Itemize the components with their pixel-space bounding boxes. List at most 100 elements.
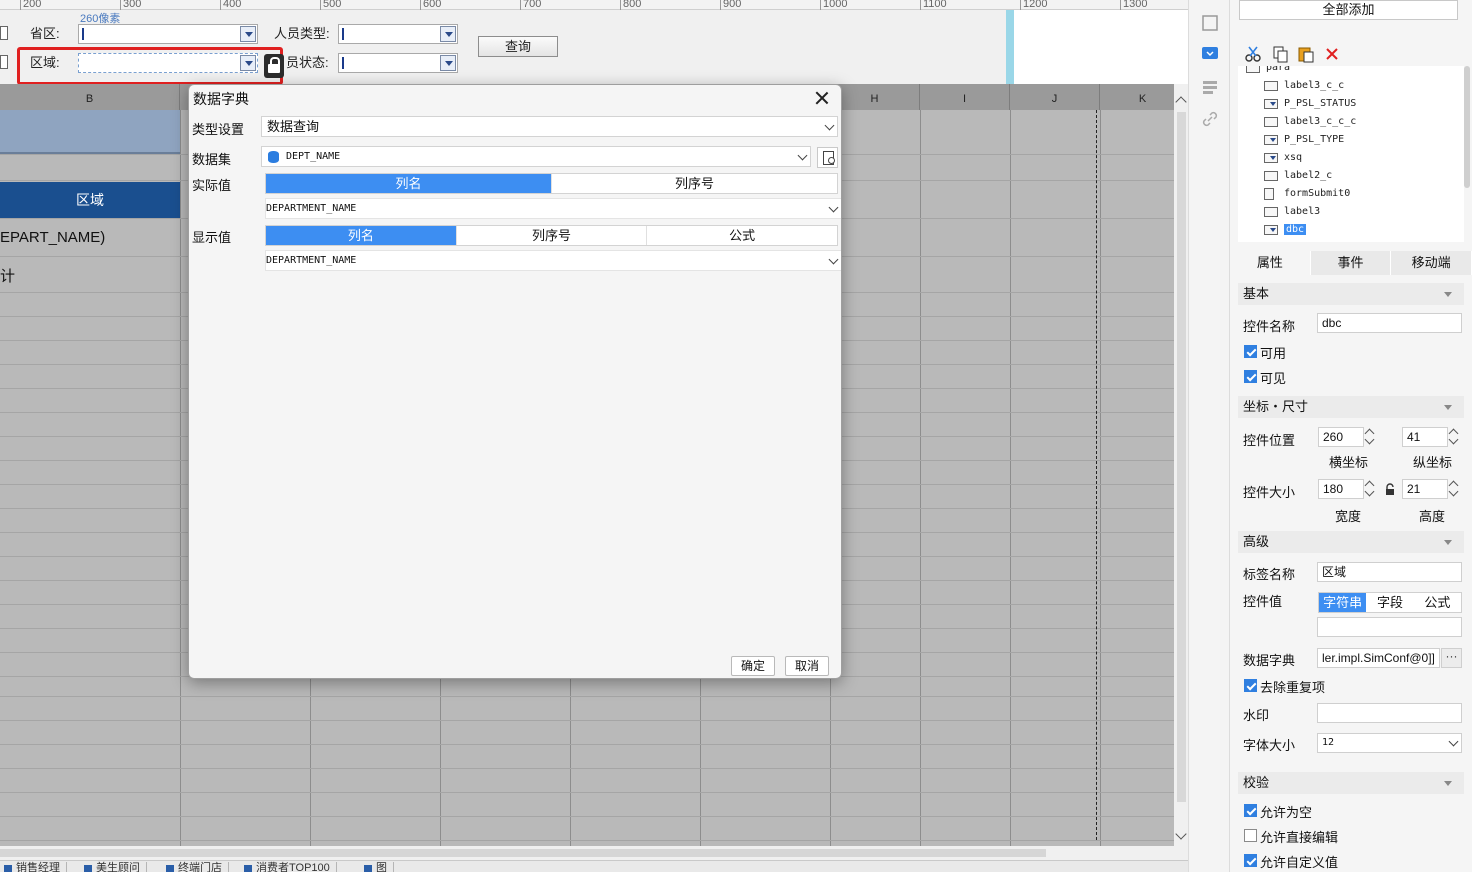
height-input[interactable]: 21 — [1402, 479, 1448, 499]
widget-name-input[interactable]: dbc — [1317, 313, 1462, 333]
enabled-checkbox[interactable] — [1244, 345, 1257, 358]
add-all-button[interactable]: 全部添加 — [1239, 0, 1458, 20]
tree-node[interactable]: label3_c_c_c — [1264, 114, 1356, 130]
height-spinner[interactable] — [1448, 479, 1462, 499]
display-tab-formula[interactable]: 公式 — [647, 226, 837, 245]
display-value-select[interactable]: DEPARTMENT_NAME — [265, 250, 841, 271]
column-header-i[interactable]: I — [920, 84, 1010, 110]
department-cell[interactable]: EPART_NAME) — [0, 226, 180, 250]
close-icon[interactable] — [813, 89, 831, 107]
delete-icon[interactable] — [1323, 45, 1341, 63]
tree-node[interactable]: xsq — [1264, 150, 1302, 166]
sheet-tab[interactable]: 美生顾问 — [80, 862, 147, 872]
hyperlink-icon[interactable] — [1201, 110, 1219, 128]
type-setting-select[interactable]: 数据查询 — [261, 116, 838, 137]
section-advanced[interactable]: 高级 — [1238, 531, 1464, 553]
person-status-select[interactable] — [338, 53, 458, 73]
column-header-b[interactable]: B — [0, 84, 180, 110]
copy-icon[interactable] — [1271, 45, 1289, 63]
sheet-tab[interactable]: 消费者TOP100 — [240, 862, 337, 872]
dropdown-icon[interactable] — [240, 26, 256, 42]
total-cell[interactable]: 计 — [0, 265, 15, 286]
actual-value-select[interactable]: DEPARTMENT_NAME — [265, 198, 841, 219]
column-header-j[interactable]: J — [1010, 84, 1100, 110]
cancel-button[interactable]: 取消 — [785, 656, 829, 676]
cut-icon[interactable] — [1244, 45, 1262, 63]
dataset-select[interactable]: DEPT_NAME — [261, 146, 811, 167]
visible-checkbox[interactable] — [1244, 370, 1257, 383]
person-type-select[interactable] — [338, 24, 458, 44]
chevron-down-icon[interactable] — [824, 120, 835, 131]
display-tab-column-name[interactable]: 列名 — [266, 226, 457, 245]
display-tab-column-index[interactable]: 列序号 — [457, 226, 648, 245]
font-size-select[interactable]: 12 — [1317, 733, 1462, 753]
area-header-cell[interactable]: 区域 — [0, 182, 180, 218]
tag-name-input[interactable]: 区域 — [1317, 562, 1462, 582]
value-tab-field[interactable]: 字段 — [1366, 593, 1413, 612]
query-button[interactable]: 查询 — [478, 36, 558, 57]
tree-scroll-thumb[interactable] — [1464, 66, 1470, 188]
dataset-label: 数据集 — [192, 152, 232, 167]
x-spinner[interactable] — [1364, 427, 1378, 447]
dedupe-checkbox[interactable] — [1244, 679, 1257, 692]
chevron-down-icon[interactable] — [797, 150, 808, 161]
tab-attributes[interactable]: 属性 — [1230, 251, 1311, 275]
province-select[interactable] — [78, 24, 258, 44]
sheet-tab[interactable]: 销售经理 — [0, 862, 67, 872]
y-spinner[interactable] — [1448, 427, 1462, 447]
section-geometry[interactable]: 坐标・尺寸 — [1238, 396, 1464, 418]
condition-attribute-icon[interactable] — [1201, 78, 1219, 96]
widget-value-input[interactable] — [1317, 617, 1462, 637]
label-icon — [1264, 117, 1278, 127]
widget-settings-icon[interactable] — [1201, 44, 1219, 62]
lock-icon[interactable] — [1384, 483, 1396, 496]
actual-tab-column-name[interactable]: 列名 — [266, 174, 552, 193]
scroll-down-icon[interactable] — [1175, 828, 1187, 840]
paste-icon[interactable] — [1297, 45, 1315, 63]
actual-tab-column-index[interactable]: 列序号 — [552, 174, 837, 193]
y-caption: 纵坐标 — [1413, 455, 1453, 470]
tree-node[interactable]: label3 — [1264, 204, 1320, 220]
watermark-input[interactable] — [1317, 703, 1462, 723]
dropdown-icon[interactable] — [440, 55, 456, 71]
allow-empty-checkbox[interactable] — [1244, 804, 1257, 817]
scroll-up-icon[interactable] — [1175, 96, 1187, 108]
section-basic[interactable]: 基本 — [1238, 283, 1464, 305]
tab-mobile[interactable]: 移动端 — [1391, 251, 1472, 275]
data-dictionary-more-button[interactable]: ··· — [1441, 648, 1462, 668]
actual-value-label: 实际值 — [192, 178, 232, 193]
x-input[interactable]: 260 — [1318, 427, 1364, 447]
allow-custom-checkbox[interactable] — [1244, 854, 1257, 867]
tree-node[interactable]: formSubmit0 — [1264, 186, 1350, 202]
ok-button[interactable]: 确定 — [731, 656, 775, 676]
width-spinner[interactable] — [1364, 479, 1378, 499]
tab-events[interactable]: 事件 — [1311, 251, 1392, 275]
tree-node-para[interactable]: para — [1246, 66, 1290, 76]
y-input[interactable]: 41 — [1402, 427, 1448, 447]
chevron-down-icon[interactable] — [1448, 736, 1459, 747]
tree-node[interactable]: P_PSL_STATUS — [1264, 96, 1356, 112]
value-tab-string[interactable]: 字符串 — [1319, 593, 1367, 612]
tree-node[interactable]: P_PSL_TYPE — [1264, 132, 1344, 148]
dropdown-icon[interactable] — [440, 26, 456, 42]
tree-node-selected[interactable]: dbc — [1264, 222, 1307, 238]
tree-node[interactable]: label3_c_c — [1264, 78, 1344, 94]
data-dictionary-value[interactable]: ler.impl.SimConf@0]] — [1317, 648, 1440, 668]
tree-node[interactable]: label2_c — [1264, 168, 1332, 184]
section-validation[interactable]: 校验 — [1238, 772, 1464, 794]
allow-direct-edit-checkbox[interactable] — [1244, 829, 1257, 842]
column-header-k[interactable]: K — [1100, 84, 1174, 110]
sheet-tab[interactable]: 终端门店 — [162, 862, 229, 872]
vertical-scroll-thumb[interactable] — [1177, 112, 1186, 802]
chevron-down-icon[interactable] — [828, 202, 839, 213]
sheet-tab[interactable]: 图 — [360, 862, 394, 872]
chevron-down-icon[interactable] — [828, 254, 839, 265]
width-input[interactable]: 180 — [1318, 479, 1364, 499]
value-tab-formula[interactable]: 公式 — [1414, 593, 1461, 612]
widget-value-tabs: 字符串 字段 公式 — [1318, 592, 1462, 613]
horizontal-scroll-thumb[interactable] — [0, 849, 1046, 857]
lock-icon[interactable] — [264, 54, 284, 78]
cell-element-icon[interactable] — [1201, 14, 1219, 32]
dataset-preview-icon[interactable] — [817, 147, 838, 168]
column-header-h[interactable]: H — [830, 84, 920, 110]
